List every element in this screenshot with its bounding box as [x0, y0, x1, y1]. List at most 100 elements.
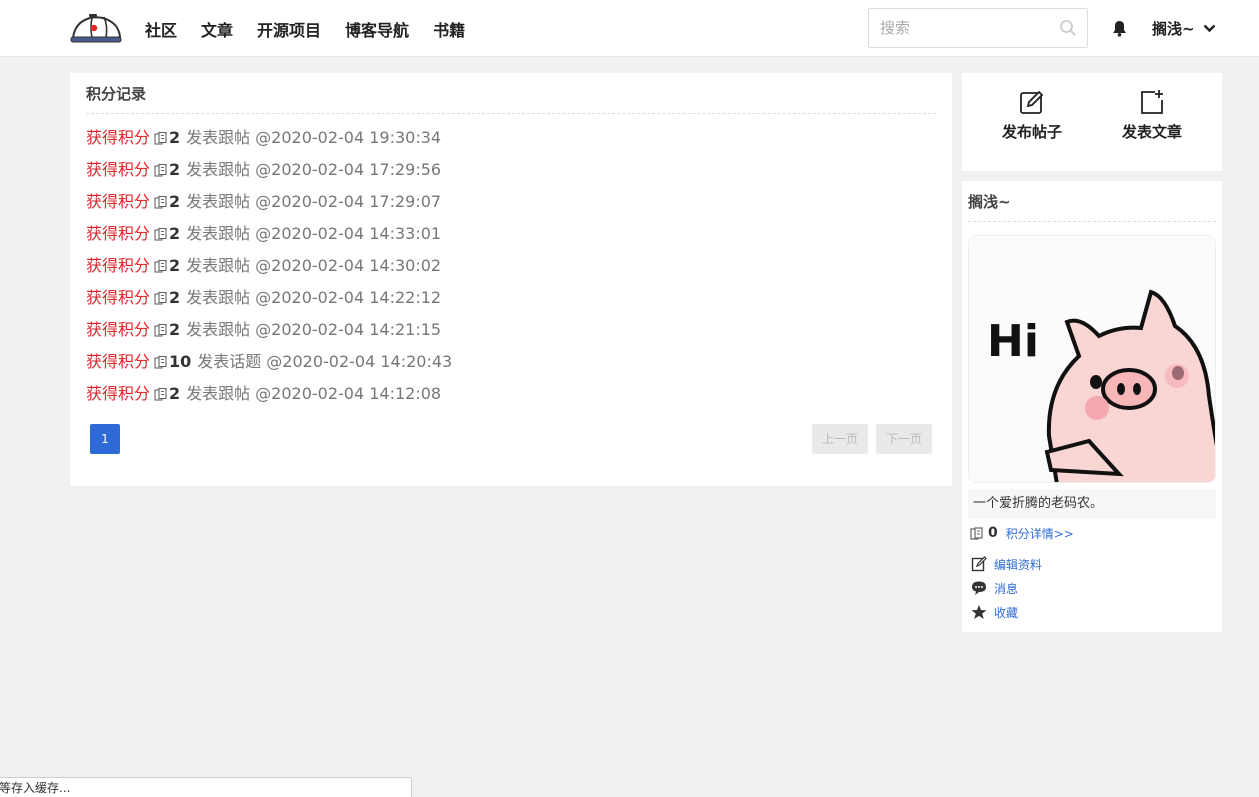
record-points: 2	[169, 288, 181, 307]
record-action: 发表话题	[197, 352, 262, 371]
avatar-hi-text: Hi	[987, 316, 1039, 367]
record-action: 发表跟帖	[186, 320, 251, 339]
nav-articles[interactable]: 文章	[201, 17, 233, 41]
points-record-row: 获得积分 2 发表跟帖 @2020-02-04 14:30:02	[86, 250, 936, 282]
chevron-down-icon	[1203, 24, 1215, 32]
points-record-list: 获得积分 2 发表跟帖 @2020-02-04 19:30:34 获得积分 2 发表跟帖 @2…	[86, 122, 936, 410]
edit-profile-label: 编辑资料	[994, 557, 1043, 572]
publish-actions-card: 发布帖子 发表文章	[962, 73, 1222, 171]
nav-community[interactable]: 社区	[145, 17, 177, 41]
chat-bubble-icon	[972, 581, 986, 595]
points-record-row: 获得积分 2 发表跟帖 @2020-02-04 17:29:07	[86, 186, 936, 218]
points-record-row: 获得积分 2 发表跟帖 @2020-02-04 17:29:56	[86, 154, 936, 186]
gain-label: 获得积分	[86, 192, 151, 211]
add-document-icon	[1141, 90, 1163, 114]
edit-profile-link[interactable]: 编辑资料	[971, 554, 1042, 574]
gain-label: 获得积分	[86, 224, 151, 243]
prev-page-button[interactable]: 上一页	[812, 424, 868, 454]
nav-blog-directory[interactable]: 博客导航	[345, 17, 409, 41]
search-icon[interactable]	[1059, 19, 1077, 37]
record-time: @2020-02-04 19:30:34	[255, 128, 442, 147]
bell-icon[interactable]	[1111, 19, 1128, 37]
gain-label: 获得积分	[86, 160, 151, 179]
record-points: 2	[169, 384, 181, 403]
record-points: 2	[169, 192, 181, 211]
record-action: 发表跟帖	[186, 128, 251, 147]
record-time: @2020-02-04 14:20:43	[266, 352, 453, 371]
gain-label: 获得积分	[86, 320, 151, 339]
post-topic-button[interactable]: 发布帖子	[982, 89, 1082, 142]
search-input[interactable]	[869, 9, 1049, 47]
points-record-row: 获得积分 2 发表跟帖 @2020-02-04 19:30:34	[86, 122, 936, 154]
coin-stack-icon	[970, 526, 983, 540]
gain-label: 获得积分	[86, 384, 151, 403]
record-time: @2020-02-04 14:30:02	[255, 256, 442, 275]
main-nav: 社区 文章 开源项目 博客导航 书籍	[145, 0, 489, 57]
user-name: 搁浅~	[1152, 19, 1195, 38]
post-article-button[interactable]: 发表文章	[1102, 89, 1202, 142]
gain-label: 获得积分	[86, 352, 151, 371]
gain-label: 获得积分	[86, 288, 151, 307]
profile-card: 搁浅~ Hi 一个爱折腾的老码农。 0 积分详情>> 编辑资料 消息 收藏	[962, 181, 1222, 632]
record-points: 10	[169, 352, 192, 371]
favorites-label: 收藏	[994, 605, 1019, 620]
coin-stack-icon	[154, 195, 167, 209]
record-time: @2020-02-04 17:29:07	[255, 192, 442, 211]
points-summary: 0 积分详情>>	[970, 523, 1074, 543]
record-time: @2020-02-04 14:33:01	[255, 224, 442, 243]
user-menu[interactable]: 搁浅~	[1152, 17, 1216, 39]
page-button-1[interactable]: 1	[90, 424, 120, 454]
record-points: 2	[169, 320, 181, 339]
points-record-row: 获得积分 2 发表跟帖 @2020-02-04 14:22:12	[86, 282, 936, 314]
record-points: 2	[169, 224, 181, 243]
record-points: 2	[169, 128, 181, 147]
coin-stack-icon	[154, 355, 167, 369]
points-record-row: 获得积分 2 发表跟帖 @2020-02-04 14:33:01	[86, 218, 936, 250]
coin-stack-icon	[154, 387, 167, 401]
record-time: @2020-02-04 14:21:15	[255, 320, 442, 339]
card-title: 积分记录	[86, 83, 936, 114]
nav-open-source[interactable]: 开源项目	[257, 17, 321, 41]
points-record-row: 获得积分 2 发表跟帖 @2020-02-04 14:21:15	[86, 314, 936, 346]
record-action: 发表跟帖	[186, 384, 251, 403]
gain-label: 获得积分	[86, 128, 151, 147]
next-page-button[interactable]: 下一页	[876, 424, 932, 454]
favorites-link[interactable]: 收藏	[971, 602, 1018, 622]
post-topic-label: 发布帖子	[1001, 123, 1062, 141]
coin-stack-icon	[154, 259, 167, 273]
gain-label: 获得积分	[86, 256, 151, 275]
record-action: 发表跟帖	[186, 256, 251, 275]
points-detail-link[interactable]: 积分详情>>	[1006, 525, 1074, 542]
profile-name: 搁浅~	[968, 191, 1216, 222]
record-action: 发表跟帖	[186, 224, 251, 243]
edit-profile-icon	[971, 556, 987, 572]
browser-status-bar: 等存入缓存...	[0, 777, 412, 797]
record-time: @2020-02-04 17:29:56	[255, 160, 442, 179]
post-article-label: 发表文章	[1121, 123, 1182, 141]
edit-icon	[1020, 90, 1044, 114]
coin-stack-icon	[154, 163, 167, 177]
record-points: 2	[169, 160, 181, 179]
cap-logo-icon[interactable]	[70, 12, 122, 44]
coin-stack-icon	[154, 131, 167, 145]
nav-books[interactable]: 书籍	[433, 17, 465, 41]
record-time: @2020-02-04 14:22:12	[255, 288, 442, 307]
coin-stack-icon	[154, 323, 167, 337]
profile-bio: 一个爱折腾的老码农。	[968, 489, 1216, 519]
messages-label: 消息	[994, 581, 1019, 596]
record-time: @2020-02-04 14:12:08	[255, 384, 442, 403]
top-navbar: 社区 文章 开源项目 博客导航 书籍 搁浅~	[0, 0, 1259, 57]
pig-avatar-image: Hi	[969, 236, 1215, 482]
coin-stack-icon	[154, 227, 167, 241]
star-icon	[971, 605, 987, 619]
record-action: 发表跟帖	[186, 288, 251, 307]
coin-stack-icon	[154, 291, 167, 305]
messages-link[interactable]: 消息	[971, 578, 1018, 598]
search-box	[868, 8, 1088, 48]
record-action: 发表跟帖	[186, 160, 251, 179]
points-value: 0	[988, 525, 998, 541]
avatar[interactable]: Hi	[968, 235, 1216, 483]
points-record-row: 获得积分 2 发表跟帖 @2020-02-04 14:12:08	[86, 378, 936, 410]
record-points: 2	[169, 256, 181, 275]
points-record-card: 积分记录 获得积分 2 发表跟帖 @2020-02-04 19:30:34 获得积分 2 发…	[70, 73, 952, 486]
